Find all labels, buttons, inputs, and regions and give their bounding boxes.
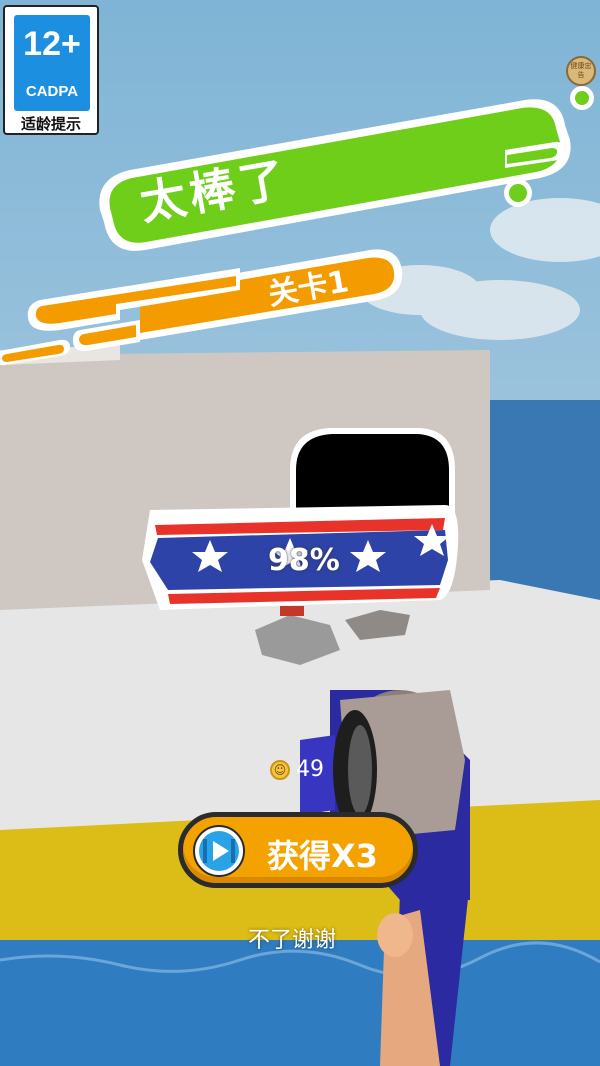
wall bbox=[0, 350, 490, 610]
coin-count: 49 bbox=[296, 757, 324, 782]
age-rating-tip: 适龄提示 bbox=[20, 115, 81, 133]
coin-counter: ☺ 49 bbox=[270, 757, 324, 782]
smiley-coin-icon: ☺ bbox=[270, 759, 290, 780]
age-rating-org: CADPA bbox=[25, 83, 79, 100]
age-rating-badge: 12+ CADPA 适龄提示 bbox=[3, 5, 99, 135]
video-play-icon bbox=[193, 825, 245, 877]
age-rating-panel: 12+ CADPA bbox=[14, 15, 90, 111]
health-advice-seal[interactable]: 健康忠告 bbox=[566, 56, 596, 86]
age-rating-number: 12+ bbox=[23, 25, 81, 63]
progress-percent: 98% bbox=[268, 543, 340, 578]
no-thanks-link[interactable]: 不了谢谢 bbox=[248, 922, 336, 954]
seal-text: 健康忠告 bbox=[570, 62, 592, 79]
claim-x3-button[interactable]: 获得X3 bbox=[178, 812, 418, 888]
claim-x3-label: 获得X3 bbox=[267, 837, 378, 875]
game-scene bbox=[0, 0, 600, 1066]
